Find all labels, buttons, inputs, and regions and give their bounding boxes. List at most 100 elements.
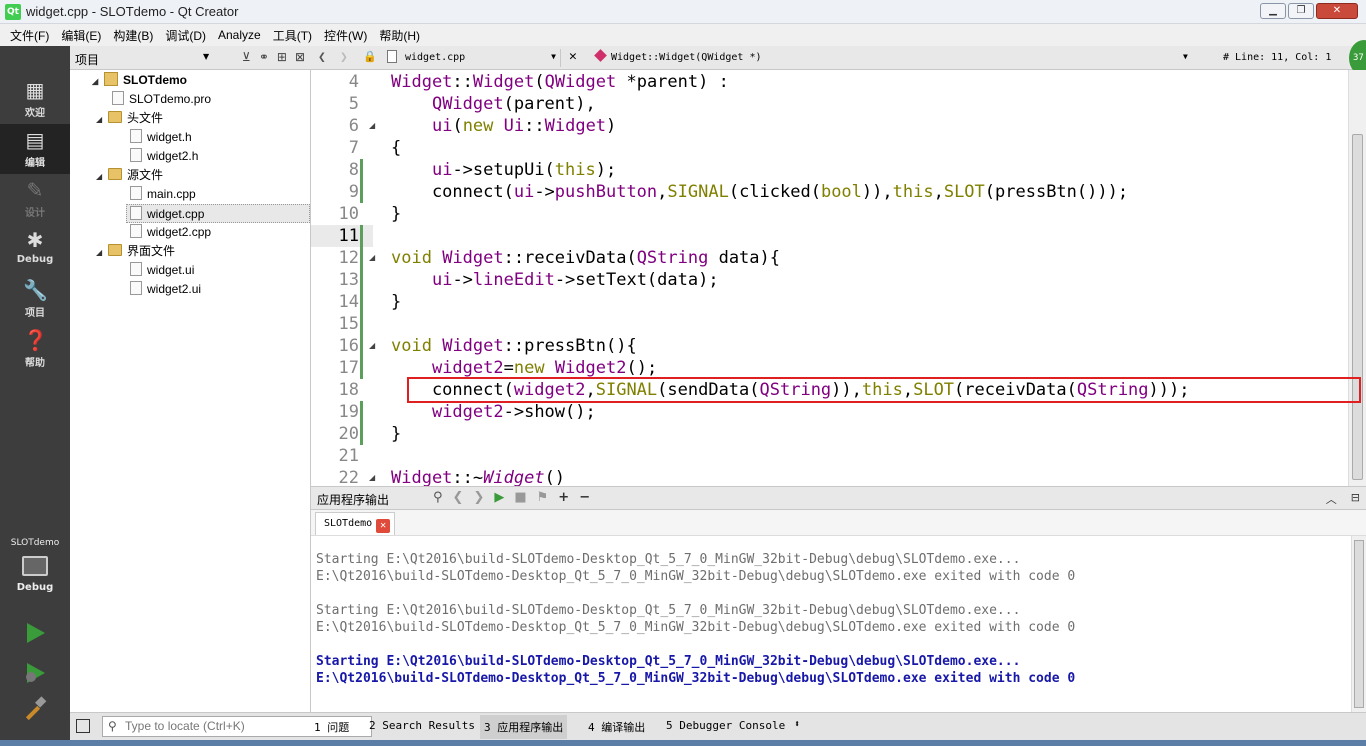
line-number: 18 (338, 380, 359, 400)
output-scrollbar[interactable] (1351, 536, 1366, 712)
prev-icon[interactable]: ❮ (453, 490, 464, 505)
code-line: QWidget(parent), (431, 94, 596, 114)
mode-edit[interactable]: ▤ 编辑 (0, 124, 70, 174)
menu-tools[interactable]: 工具(T) (267, 27, 318, 44)
tree-item-widget2-cpp[interactable]: widget2.cpp (130, 223, 211, 242)
tree-item-widget-cpp[interactable]: widget.cpp (126, 204, 310, 223)
link-icon[interactable]: ⚭ (259, 50, 269, 64)
scrollbar-thumb[interactable] (1352, 134, 1363, 480)
scrollbar-thumb[interactable] (1354, 540, 1364, 708)
debug-run-button[interactable] (22, 660, 48, 686)
file-icon (130, 186, 142, 200)
code-line: } (391, 292, 402, 312)
fold-marker-icon[interactable]: ◢ (369, 115, 375, 137)
rerun-button[interactable]: ▶ (494, 490, 504, 505)
line-number-gutter: 4 5 6 7 8 9 10 11 12 13 14 15 16 17 18 1… (311, 70, 381, 488)
close-document-icon[interactable]: ✕ (569, 49, 577, 64)
restore-button[interactable]: ❐ (1288, 3, 1314, 19)
forward-icon[interactable]: ❯ (340, 50, 348, 65)
mode-debug[interactable]: ✱ Debug (0, 224, 70, 274)
menu-debug[interactable]: 调试(D) (159, 27, 212, 44)
tree-item-pro[interactable]: SLOTdemo.pro (112, 90, 211, 109)
mode-sidebar: ▦ 欢迎 ▤ 编辑 ✎ 设计 ✱ Debug 🔧 项目 ❓ 帮助 SLOTdem… (0, 46, 70, 746)
menu-file[interactable]: 文件(F) (4, 27, 55, 44)
close-tab-icon[interactable]: ✕ (376, 519, 391, 533)
tab-debugger-console[interactable]: 5 Debugger Console (666, 719, 785, 732)
tree-item-widget-ui[interactable]: widget.ui (130, 261, 194, 280)
symbol-combo[interactable]: Widget::Widget(QWidget *) (611, 52, 762, 63)
filter-icon[interactable]: ⊻ (242, 50, 251, 64)
fold-marker-icon[interactable]: ◢ (369, 335, 375, 357)
tree-item-main-cpp[interactable]: main.cpp (130, 185, 196, 204)
tab-search-results[interactable]: 2 Search Results (369, 719, 475, 732)
mode-help[interactable]: ❓ 帮助 (0, 324, 70, 374)
attach-icon[interactable]: ⚲ (433, 490, 443, 505)
menu-widgets[interactable]: 控件(W) (318, 27, 373, 44)
ui-file-icon (130, 281, 142, 295)
fold-marker-icon[interactable]: ◢ (369, 247, 375, 269)
run-button[interactable] (22, 620, 48, 646)
kit-selector[interactable]: SLOTdemo Debug (0, 532, 70, 608)
collapse-arrow-icon[interactable]: ◢ (96, 110, 108, 129)
menu-edit[interactable]: 编辑(E) (55, 27, 107, 44)
output-text[interactable]: Starting E:\Qt2016\build-SLOTdemo-Deskto… (311, 536, 1351, 712)
output-pane-header: 应用程序输出 ⚲ ❮ ❯ ▶ ■ ⚑ + − ︿ ⊟ (311, 486, 1366, 510)
menu-bar: 文件(F) 编辑(E) 构建(B) 调试(D) Analyze 工具(T) 控件… (0, 24, 1366, 46)
menu-build[interactable]: 构建(B) (107, 27, 159, 44)
tree-folder-forms[interactable]: ◢ 界面文件 (96, 242, 175, 261)
back-icon[interactable]: ❮ (318, 50, 326, 65)
line-number: 13 (338, 270, 359, 290)
toggle-sidebar-icon[interactable] (76, 719, 90, 733)
project-pane-header: 项目 ▼ ⊻ ⚭ ⊞ ⊠ (70, 46, 311, 70)
collapse-arrow-icon[interactable]: ◢ (92, 72, 104, 91)
line-number: 21 (338, 446, 359, 466)
tree-folder-sources[interactable]: ◢ 源文件 (96, 166, 163, 185)
tab-application-output[interactable]: 3 应用程序输出 (480, 715, 568, 739)
chevron-down-icon[interactable]: ▼ (203, 52, 209, 61)
code-line: Widget::~Widget() (391, 468, 566, 486)
tab-issues[interactable]: 1 问题 (314, 719, 349, 735)
close-pane-icon[interactable]: ⊠ (295, 50, 305, 64)
next-icon[interactable]: ❯ (473, 490, 484, 505)
line-number: 16 (338, 336, 359, 356)
tree-item-widget2-h[interactable]: widget2.h (130, 147, 198, 166)
project-view-selector[interactable]: 项目 (75, 51, 99, 68)
code-line: } (391, 204, 402, 224)
tree-root[interactable]: ◢ SLOTdemo (92, 71, 187, 90)
output-tab[interactable]: SLOTdemo ✕ (315, 512, 396, 535)
code-editor[interactable]: Widget::Widget(QWidget *parent) : QWidge… (381, 70, 1348, 486)
collapse-arrow-icon[interactable]: ◢ (96, 243, 108, 262)
pen-icon: ✎ (26, 178, 44, 202)
more-tabs-icon[interactable]: ⬍ (794, 719, 800, 730)
menu-analyze[interactable]: Analyze (212, 28, 267, 42)
line-number: 10 (338, 204, 359, 224)
menu-help[interactable]: 帮助(H) (373, 27, 426, 44)
build-button[interactable] (22, 696, 48, 722)
tab-compile-output[interactable]: 4 编译输出 (588, 719, 645, 735)
code-line: widget2->show(); (431, 402, 596, 422)
maximize-pane-icon[interactable]: ︿ (1326, 491, 1337, 507)
file-icon (130, 148, 142, 162)
stop-button[interactable]: ■ (514, 490, 526, 505)
editor-scrollbar[interactable] (1348, 70, 1366, 486)
line-number: 19 (338, 402, 359, 422)
mode-projects[interactable]: 🔧 项目 (0, 274, 70, 324)
close-pane-icon[interactable]: ⊟ (1351, 491, 1360, 507)
tree-folder-headers[interactable]: ◢ 头文件 (96, 109, 163, 128)
cursor-position: # Line: 11, Col: 1 (1223, 52, 1332, 63)
tree-item-widget-h[interactable]: widget.h (130, 128, 192, 147)
debug-attach-icon[interactable]: ⚑ (537, 490, 549, 505)
close-button[interactable]: ✕ (1316, 3, 1358, 19)
chevron-down-icon[interactable]: ▼ (1183, 52, 1188, 61)
zoom-out-button[interactable]: − (579, 490, 590, 505)
zoom-in-button[interactable]: + (558, 490, 569, 505)
tree-item-widget2-ui[interactable]: widget2.ui (130, 280, 201, 299)
mode-welcome[interactable]: ▦ 欢迎 (0, 74, 70, 124)
mode-design[interactable]: ✎ 设计 (0, 174, 70, 224)
line-number: 4 (348, 72, 359, 92)
output-line: E:\Qt2016\build-SLOTdemo-Desktop_Qt_5_7_… (316, 569, 1076, 584)
minimize-button[interactable]: ▁ (1260, 3, 1286, 19)
split-icon[interactable]: ⊞ (277, 50, 287, 64)
collapse-arrow-icon[interactable]: ◢ (96, 167, 108, 186)
